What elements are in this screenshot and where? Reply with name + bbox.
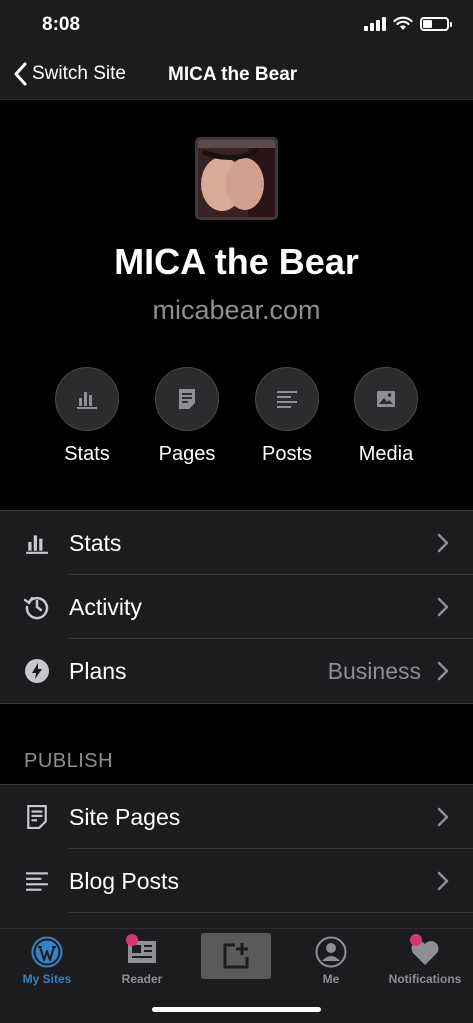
quick-action-label: Pages <box>158 443 216 465</box>
menu-row-label: Stats <box>69 530 122 556</box>
menu-row-blog-posts[interactable]: Blog Posts <box>0 849 473 913</box>
quick-action-pages[interactable]: Pages <box>137 367 237 466</box>
nav-title: MICA the Bear <box>168 64 298 85</box>
tab-my-sites[interactable]: My Sites <box>0 935 94 986</box>
menu-row-label: Site Pages <box>69 804 181 830</box>
stats-icon <box>77 392 97 409</box>
site-url[interactable]: micabear.com <box>0 295 473 326</box>
pages-icon <box>179 389 195 409</box>
switch-site-button[interactable]: Switch Site <box>12 61 126 87</box>
tab-label: Notifications <box>388 972 462 986</box>
menu-row-label: Plans <box>69 658 127 684</box>
tab-label: Me <box>322 972 340 986</box>
reader-badge-dot <box>126 934 138 946</box>
wifi-icon <box>393 16 413 30</box>
chevron-right-icon <box>437 807 449 827</box>
menu-row-label: Blog Posts <box>69 868 179 894</box>
quick-action-label: Posts <box>261 443 313 465</box>
home-indicator[interactable] <box>152 1007 321 1012</box>
chevron-left-icon <box>14 62 27 86</box>
notifications-badge-dot <box>410 934 422 946</box>
publish-menu-list: Site Pages Blog Posts <box>0 784 473 930</box>
status-time: 8:08 <box>42 14 81 35</box>
quick-action-label: Stats <box>64 443 110 465</box>
battery-icon <box>420 16 452 31</box>
site-title: MICA the Bear <box>114 241 359 282</box>
quick-action-stats[interactable]: Stats <box>37 367 137 466</box>
chevron-right-icon <box>437 661 449 681</box>
switch-site-label: Switch Site <box>32 63 126 84</box>
plan-name: Business <box>327 658 421 684</box>
menu-row-site-pages[interactable]: Site Pages <box>0 785 473 849</box>
media-icon <box>377 391 395 407</box>
chevron-right-icon <box>437 597 449 617</box>
navigation-bar: Switch Site MICA the Bear <box>0 50 473 100</box>
plans-icon <box>24 658 50 684</box>
quick-action-posts[interactable]: Posts <box>237 367 337 466</box>
avatar-icon <box>315 936 347 968</box>
quick-action-label: Media <box>358 443 414 465</box>
site-icon-image[interactable] <box>195 137 278 220</box>
menu-row-label: Activity <box>69 594 142 620</box>
chevron-right-icon <box>437 871 449 891</box>
section-title-publish: PUBLISH <box>24 750 114 772</box>
menu-row-stats[interactable]: Stats <box>0 511 473 575</box>
tab-notifications[interactable]: Notifications <box>378 934 472 986</box>
site-menu-list: Stats Activity Plans Business <box>0 510 473 704</box>
menu-row-activity[interactable]: Activity <box>0 575 473 639</box>
tab-me[interactable]: Me <box>284 935 378 986</box>
history-icon <box>24 594 50 620</box>
tab-reader[interactable]: Reader <box>95 934 189 986</box>
cellular-signal-icon <box>364 16 386 31</box>
chevron-right-icon <box>437 533 449 553</box>
site-header: MICA the Bear micabear.com Stats Pages P… <box>0 101 473 509</box>
posts-icon <box>24 868 50 894</box>
tab-label: My Sites <box>22 972 72 986</box>
status-bar: 8:08 <box>0 0 473 50</box>
posts-icon <box>277 391 297 408</box>
stats-icon <box>24 530 50 556</box>
quick-action-media[interactable]: Media <box>336 367 436 466</box>
wordpress-icon <box>31 936 63 968</box>
compose-button[interactable] <box>201 933 271 979</box>
status-icons <box>364 16 452 31</box>
compose-icon <box>223 943 249 969</box>
menu-row-plans[interactable]: Plans Business <box>0 639 473 703</box>
tab-label: Reader <box>121 972 163 986</box>
pages-icon <box>24 804 50 830</box>
